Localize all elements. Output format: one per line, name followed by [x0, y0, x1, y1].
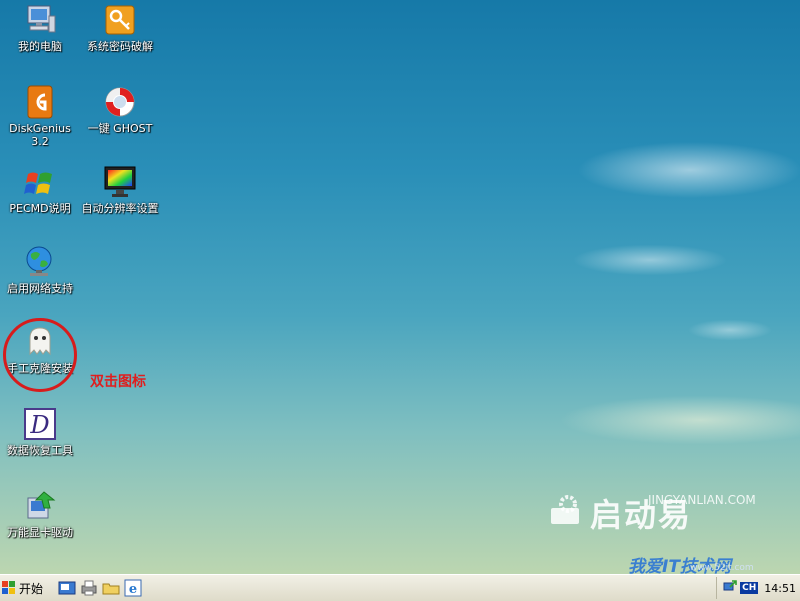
- icon-label: 自动分辨率设置: [81, 202, 159, 215]
- desktop-icon-ghost[interactable]: 一键 GHOST: [80, 84, 160, 135]
- network-tray-icon[interactable]: [723, 579, 737, 597]
- desktop-icon-network[interactable]: 启用网络支持: [0, 244, 80, 295]
- clock[interactable]: 14:51: [764, 582, 796, 595]
- desktop-icon-gpu-driver[interactable]: 万能显卡驱动: [0, 488, 80, 539]
- desktop-icon-data-recovery[interactable]: D 数据恢复工具: [0, 406, 80, 457]
- desktop-icon-password-crack[interactable]: 系统密码破解: [80, 2, 160, 53]
- monitor-icon: [102, 164, 138, 200]
- icon-label: PECMD说明: [9, 202, 71, 215]
- windows-flag-icon: [22, 164, 58, 200]
- icon-label: 启用网络支持: [7, 282, 73, 295]
- desktop: 我的电脑 系统密码破解 DiskGenius 3.2 一键 GHOST PECM…: [0, 0, 800, 574]
- windows-logo-icon: [2, 581, 16, 595]
- start-label: 开始: [19, 581, 44, 596]
- globe-icon: [22, 244, 58, 280]
- recovery-d-icon: D: [22, 406, 58, 442]
- system-tray: CH 14:51: [716, 577, 800, 599]
- highlight-circle: [3, 318, 77, 392]
- icon-label: 系统密码破解: [87, 40, 153, 53]
- lifebuoy-icon: [102, 84, 138, 120]
- folder-icon[interactable]: [102, 579, 120, 597]
- desktop-icon-resolution[interactable]: 自动分辨率设置: [80, 164, 160, 215]
- diskgenius-icon: [22, 84, 58, 120]
- svg-text:e: e: [129, 582, 137, 597]
- watermark-url: JINGYANLIAN.COM: [648, 493, 756, 507]
- annotation-text: 双击图标: [90, 374, 146, 390]
- icon-label: 数据恢复工具: [7, 444, 73, 457]
- show-desktop-icon[interactable]: [58, 579, 76, 597]
- ie-icon[interactable]: e: [124, 579, 142, 597]
- language-indicator[interactable]: CH: [740, 582, 759, 594]
- computer-icon: [22, 2, 58, 38]
- watermark-site-url: www.52it.com: [690, 563, 754, 573]
- icon-label: 一键 GHOST: [87, 122, 153, 135]
- gear-drive-icon: [548, 494, 584, 533]
- start-button[interactable]: 开始: [2, 578, 48, 598]
- desktop-icon-pecmd[interactable]: PECMD说明: [0, 164, 80, 215]
- desktop-icon-diskgenius[interactable]: DiskGenius 3.2: [0, 84, 80, 148]
- driver-install-icon: [22, 488, 58, 524]
- taskbar: 开始 e CH 14:51: [0, 574, 800, 601]
- icon-label: DiskGenius 3.2: [9, 122, 71, 148]
- icon-label: 万能显卡驱动: [7, 526, 73, 539]
- printer-icon[interactable]: [80, 579, 98, 597]
- svg-text:D: D: [29, 411, 49, 439]
- desktop-icon-my-computer[interactable]: 我的电脑: [0, 2, 80, 53]
- icon-label: 我的电脑: [18, 40, 62, 53]
- key-icon: [102, 2, 138, 38]
